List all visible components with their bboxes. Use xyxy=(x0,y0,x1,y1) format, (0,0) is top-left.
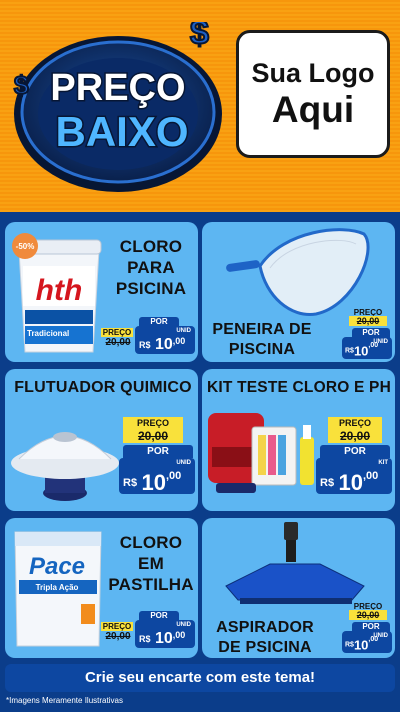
svg-text:Tripla Ação: Tripla Ação xyxy=(36,583,79,592)
por-label: POR xyxy=(123,445,193,458)
preco-label: PREÇO xyxy=(123,417,183,429)
svg-text:Tradicional: Tradicional xyxy=(27,329,69,338)
new-price: R$10,00 UNID xyxy=(342,337,392,359)
product-card-cloro[interactable]: hth Tradicional -50% CLORO PARA PSICINA PR… xyxy=(5,222,198,362)
old-price: 20,00 xyxy=(105,337,131,348)
test-kit-image xyxy=(208,413,314,493)
hth-brand: hth xyxy=(36,274,83,307)
pace-brand: Pace xyxy=(29,553,85,580)
pool-vacuum-head-image xyxy=(225,522,365,604)
preco-label: PREÇO xyxy=(328,417,382,429)
pool-skimmer-net-image xyxy=(226,228,370,316)
chlorine-tablet-pack-image: Pace Tripla Ação xyxy=(14,531,102,647)
new-price: R$ 10,00 UNID xyxy=(119,458,195,495)
preco-baixo-emblem: $ $ PREÇO BAIXO xyxy=(13,22,222,192)
old-price: 20,00 xyxy=(123,429,183,443)
cta-button[interactable]: Crie seu encarte com este tema! xyxy=(5,664,395,692)
dollar-icon: $ xyxy=(14,70,29,100)
discount-badge: -50% xyxy=(16,242,35,251)
old-price: 20,00 xyxy=(349,610,387,620)
dollar-icon: $ xyxy=(190,22,209,52)
old-price: 20,00 xyxy=(349,316,387,326)
hero-banner: $ $ PREÇO BAIXO Sua Logo Aqui xyxy=(0,0,400,212)
preco-label: PREÇO xyxy=(101,328,133,337)
new-price: R$ 10,00 UNID xyxy=(135,620,195,648)
old-price: 20,00 xyxy=(328,429,382,443)
new-price: R$ 10,00 KIT xyxy=(316,458,392,495)
product-title: FLUTUADOR QUIMICO xyxy=(14,379,192,396)
product-title: KIT TESTE CLORO E PH xyxy=(207,379,391,396)
emblem-word-baixo: BAIXO xyxy=(55,108,188,155)
emblem-word-preco: PREÇO xyxy=(50,67,185,109)
product-title: ASPIRADOR DE PSICINA xyxy=(216,619,314,656)
product-card-kit-teste[interactable]: KIT TESTE CLORO E PH PREÇO 20,00 POR R$ … xyxy=(202,369,395,511)
new-price: R$ 10,00 UNID xyxy=(135,326,195,354)
product-card-aspirador[interactable]: ASPIRADOR DE PSICINA PREÇO 20,00 POR R$10… xyxy=(202,518,395,658)
old-price: 20,00 xyxy=(105,631,131,642)
footnote: *Imagens Meramente Ilustrativas xyxy=(6,696,123,705)
logo-line-2: Aqui xyxy=(271,89,355,130)
chlorine-bucket-image: hth Tradicional -50% xyxy=(12,233,102,353)
product-card-peneira[interactable]: PENEIRA DE PISCINA PREÇO 20,00 POR R$10,0… xyxy=(202,222,395,362)
product-card-pastilha[interactable]: Pace Tripla Ação CLORO EM PASTILHA PREÇO 2… xyxy=(5,518,198,658)
logo-line-1: Sua Logo xyxy=(251,58,375,88)
por-label: POR xyxy=(320,445,390,458)
product-title: CLORO PARA PSICINA xyxy=(115,237,187,298)
product-title: PENEIRA DE PISCINA xyxy=(212,321,312,358)
product-title: CLORO EM PASTILHA xyxy=(108,533,194,594)
new-price: R$10,00 UNID xyxy=(342,631,392,653)
preco-label: PREÇO xyxy=(101,622,133,631)
logo-placeholder[interactable]: Sua Logo Aqui xyxy=(236,30,390,158)
chemical-floater-image xyxy=(11,432,119,501)
product-card-flutuador[interactable]: FLUTUADOR QUIMICO PREÇO 20,00 POR R$ 10,… xyxy=(5,369,198,511)
